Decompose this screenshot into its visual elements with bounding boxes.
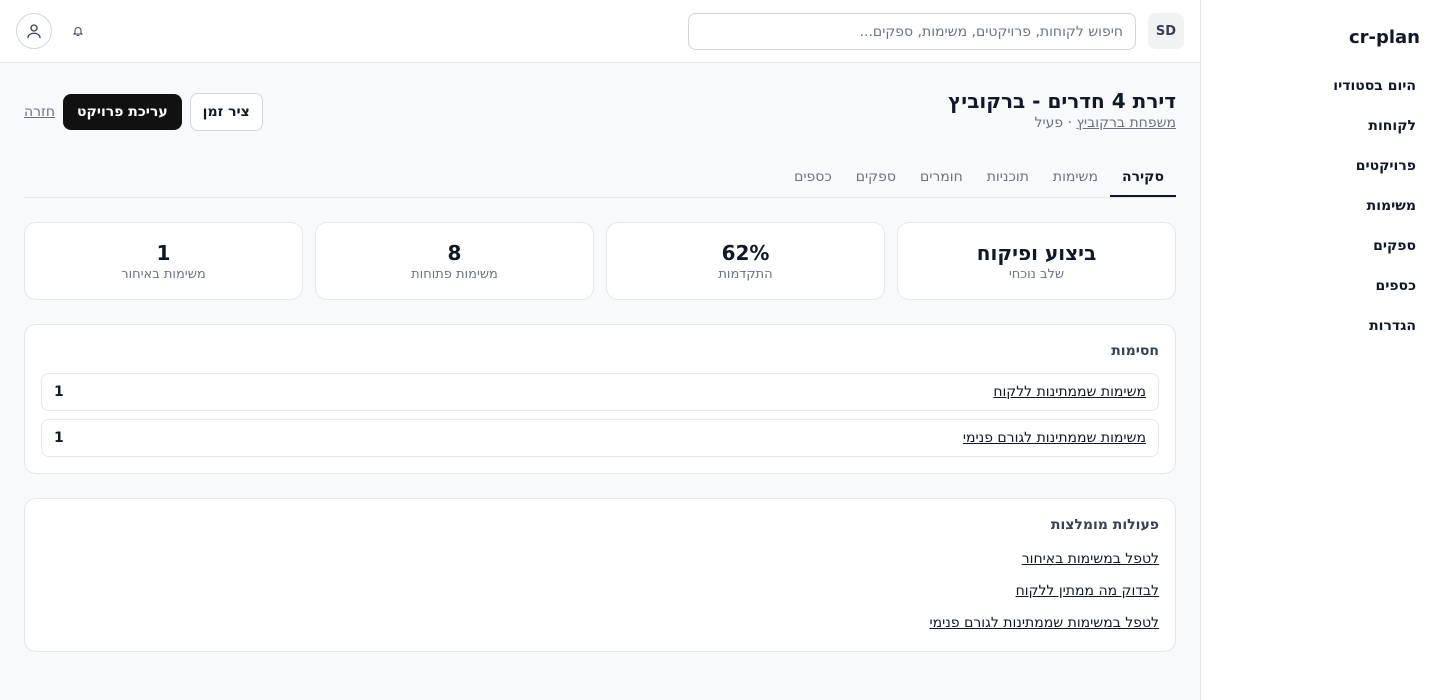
stat-label: משימות באיחור (121, 266, 206, 282)
stat-value: 62% (721, 240, 770, 265)
tab-overview[interactable]: סקירה (1110, 161, 1176, 197)
project-status: פעיל (1034, 115, 1064, 131)
header-actions: חזרה עריכת פרויקט ציר זמן (24, 93, 263, 131)
page-title: דירת 4 חדרים - ברקוביץ (948, 89, 1176, 113)
back-link[interactable]: חזרה (24, 104, 55, 120)
stat-label: התקדמות (718, 266, 773, 282)
edit-project-button[interactable]: עריכת פרויקט (63, 94, 182, 130)
stat-value: ביצוע ופיקוח (976, 240, 1097, 265)
sidebar-item-projects[interactable]: פרויקטים (1333, 146, 1416, 186)
project-tabs: סקירה משימות תוכניות חומרים ספקים כספים (24, 161, 1176, 198)
stat-value: 1 (156, 240, 171, 265)
blocker-count: 1 (54, 430, 64, 446)
stat-card-overdue-tasks: 1 משימות באיחור (24, 222, 303, 300)
sidebar-nav: היום בסטודיו לקוחות פרויקטים משימות ספקי… (1333, 66, 1416, 346)
stat-card-progress: 62% התקדמות (606, 222, 885, 300)
stat-card-open-tasks: 8 משימות פתוחות (315, 222, 594, 300)
stat-label: שלב נוכחי (1008, 266, 1065, 282)
tab-plans[interactable]: תוכניות (975, 161, 1041, 197)
sidebar-item-settings[interactable]: הגדרות (1333, 306, 1416, 346)
blocker-link[interactable]: משימות שממתינות ללקוח (993, 384, 1146, 400)
project-header: דירת 4 חדרים - ברקוביץ משפחת ברקוביץ · פ… (948, 89, 1176, 131)
recommendation-link[interactable]: לטפל במשימות שממתינות לגורם פנימי (930, 615, 1159, 631)
blocker-row: משימות שממתינות ללקוח 1 (41, 373, 1159, 411)
user-icon (27, 24, 41, 39)
client-link[interactable]: משפחת ברקוביץ (1077, 115, 1177, 131)
stat-label: משימות פתוחות (411, 266, 498, 282)
tab-tasks[interactable]: משימות (1041, 161, 1110, 197)
sidebar-item-suppliers[interactable]: ספקים (1333, 226, 1416, 266)
blockers-title: חסימות (1111, 343, 1159, 359)
stats-row: ביצוע ופיקוח שלב נוכחי 62% התקדמות 8 משי… (24, 222, 1176, 300)
recommendations-card: פעולות מומלצות לטפל במשימות באיחור לבדוק… (24, 498, 1176, 652)
blocker-link[interactable]: משימות שממתינות לגורם פנימי (963, 430, 1146, 446)
recommendations-title: פעולות מומלצות (1050, 517, 1159, 533)
blocker-row: משימות שממתינות לגורם פנימי 1 (41, 419, 1159, 457)
recommendation-link[interactable]: לטפל במשימות באיחור (1022, 551, 1159, 567)
bell-icon (72, 27, 84, 36)
search-input[interactable] (688, 13, 1136, 50)
sidebar-item-finance[interactable]: כספים (1333, 266, 1416, 306)
blockers-card: חסימות משימות שממתינות ללקוח 1 משימות שמ… (24, 324, 1176, 474)
sidebar-item-clients[interactable]: לקוחות (1333, 106, 1416, 146)
blocker-count: 1 (54, 384, 64, 400)
user-menu-button[interactable] (16, 13, 52, 49)
tab-suppliers[interactable]: ספקים (844, 161, 908, 197)
recommendation-link[interactable]: לבדוק מה ממתין ללקוח (1016, 583, 1159, 599)
sidebar-item-tasks[interactable]: משימות (1333, 186, 1416, 226)
brand-logo[interactable]: cr-plan (1349, 27, 1420, 48)
stat-value: 8 (447, 240, 462, 265)
project-subtitle: משפחת ברקוביץ · פעיל (948, 115, 1176, 131)
timeline-button[interactable]: ציר זמן (189, 93, 263, 131)
stat-card-stage: ביצוע ופיקוח שלב נוכחי (897, 222, 1176, 300)
avatar[interactable]: SD (1148, 13, 1184, 49)
topbar: SD (0, 0, 1200, 63)
tab-finance[interactable]: כספים (782, 161, 844, 197)
tab-materials[interactable]: חומרים (908, 161, 975, 197)
sidebar: cr-plan היום בסטודיו לקוחות פרויקטים משי… (1200, 0, 1440, 700)
sidebar-item-today[interactable]: היום בסטודיו (1333, 66, 1416, 106)
notifications-button[interactable] (68, 21, 88, 41)
subtitle-separator: · (1063, 115, 1077, 131)
